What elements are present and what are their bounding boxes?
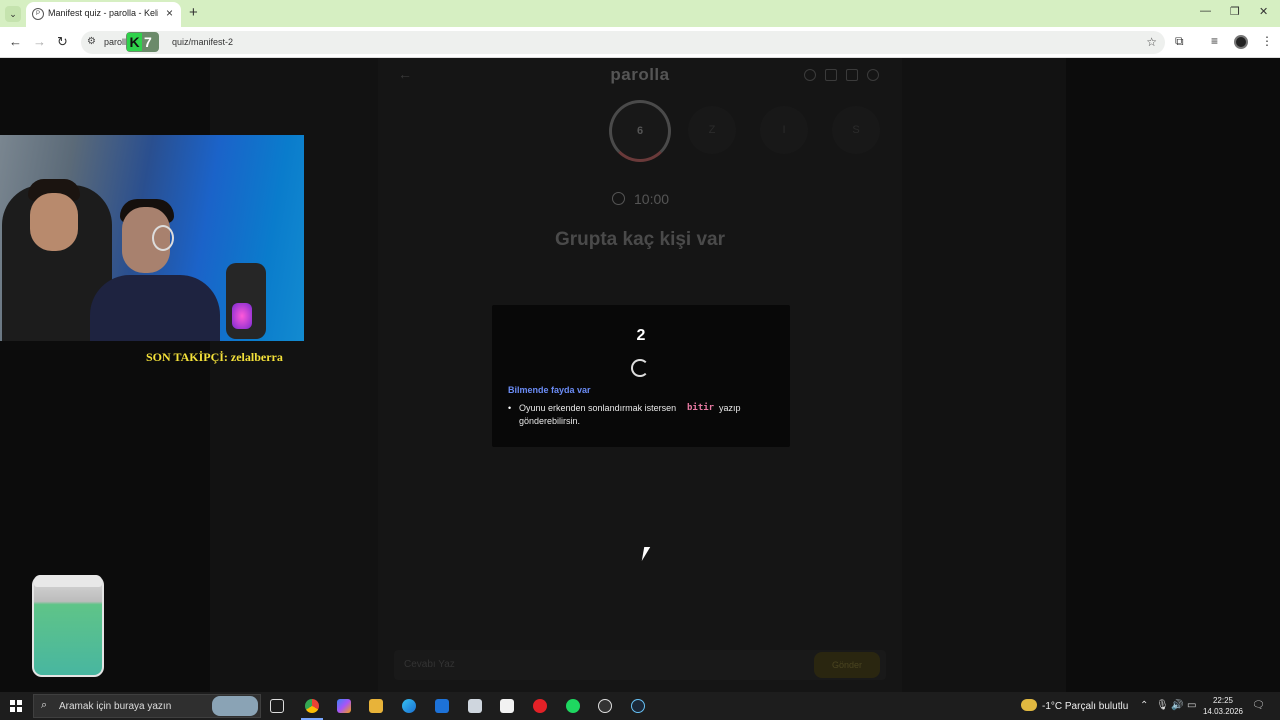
extensions-icon[interactable]: ⧉ [1175,34,1184,49]
bullet-icon: • [508,403,512,413]
task-view-icon[interactable] [270,699,284,713]
browser-toolbar: ← → ↻ ⚙ paroll quiz/manifest-2 K 7 ☆ ⧉ ≡ … [0,27,1280,58]
loading-spinner-icon [631,359,649,377]
stats-icon[interactable] [825,69,837,81]
microphone-icon[interactable]: 🎙 [1156,700,1169,711]
windows-start-icon[interactable] [10,700,22,712]
store-icon[interactable] [500,699,514,713]
app-logo[interactable]: parolla [378,65,902,85]
bookmark-star-icon[interactable]: ☆ [1146,35,1157,49]
media-control-icon[interactable]: ≡ [1211,34,1218,48]
send-button[interactable]: Gönder [814,652,880,678]
tab-close-icon[interactable]: × [166,6,173,20]
address-bar[interactable]: ⚙ paroll quiz/manifest-2 K 7 ☆ [81,31,1165,54]
timer: 10:00 [634,191,670,207]
spotify-icon[interactable] [566,699,580,713]
taskbar-search[interactable]: ⌕ Aramak için buraya yazın [33,694,261,718]
menu-kebab-icon[interactable]: ⋮ [1261,34,1273,48]
user-icon[interactable] [867,69,879,81]
tip-text-after: yazıp [719,403,741,413]
goal-jar-lid [34,575,102,587]
taskbar-clock[interactable]: 22:25 14.03.2026 [1201,695,1245,717]
letter-circle: I [760,106,808,154]
new-tab-icon[interactable]: + [189,4,198,21]
chat-icon[interactable] [846,69,858,81]
clock-icon [612,192,625,205]
search-icon: ⌕ [41,699,48,711]
copilot-icon[interactable] [337,699,351,713]
url-text: paroll quiz/manifest-2 [104,37,233,47]
tab-search-icon[interactable]: ⌄ [5,6,21,22]
url-path: quiz/manifest-2 [172,37,234,47]
back-icon[interactable]: ← [9,34,22,49]
browser-tab-active[interactable]: P Manifest quiz - parolla - Kelime × [26,2,181,27]
current-letter-ring: 6 [609,100,671,162]
notepad-icon[interactable] [468,699,482,713]
microphone-light [232,303,252,329]
windows-taskbar: ⌕ Aramak için buraya yazın -1°C Parçalı … [0,692,1280,720]
letter-circle: Z [688,106,736,154]
countdown-modal: 2 Bilmende fayda var • Oyunu erkenden so… [492,305,790,447]
search-highlight-image [212,696,258,716]
network-icon[interactable]: ▭ [1187,700,1196,711]
reload-icon[interactable]: ↻ [57,34,68,50]
head-left [30,193,78,251]
weather-text[interactable]: -1°C Parçalı bulutlu [1042,701,1128,712]
clock-date: 14.03.2026 [1202,707,1244,716]
letter-circle: S [832,106,880,154]
forward-icon[interactable]: → [33,34,46,49]
k7-stream-logo: K 7 [126,32,159,52]
streamer-right [90,275,220,341]
webcam-overlay [0,135,304,341]
tip-text: Oyunu erkenden sonlandırmak istersen [519,403,677,413]
countdown-number: 2 [636,327,646,344]
outlook-icon[interactable] [435,699,449,713]
info-icon[interactable] [804,69,816,81]
steam-icon[interactable] [631,699,645,713]
search-placeholder: Aramak için buraya yazın [59,701,172,712]
notifications-icon[interactable]: 🗨 [1252,700,1265,711]
goal-jar [32,575,104,677]
k7-logo-letter: K [127,33,142,51]
recorder-icon[interactable] [533,699,547,713]
volume-icon[interactable]: 🔊 [1171,700,1183,711]
obs-icon[interactable] [598,699,612,713]
last-follower-label: SON TAKİPÇİ: zelalberra [146,350,283,364]
minimize-icon[interactable]: — [1200,5,1211,17]
question-text: Grupta kaç kişi var [554,229,726,250]
restore-icon[interactable]: ❐ [1230,5,1240,18]
tray-chevron-icon[interactable]: ⌃ [1140,700,1148,711]
weather-icon[interactable] [1021,699,1037,711]
edge-icon[interactable] [402,699,416,713]
tip-code: bitir [687,403,715,413]
parolla-favicon-icon: P [32,8,44,20]
url-prefix: paroll [104,37,127,47]
close-window-icon[interactable]: ✕ [1259,5,1268,18]
answer-input[interactable]: Cevabı Yaz [404,659,455,670]
site-settings-icon[interactable]: ⚙ [87,36,96,47]
answer-bar: Cevabı Yaz Gönder [394,650,886,680]
browser-tab-bar: ⌄ P Manifest quiz - parolla - Kelime × +… [0,0,1280,27]
tip-title: Bilmende fayda var [508,385,591,395]
k7-logo-number: 7 [144,34,152,50]
file-explorer-icon[interactable] [369,699,383,713]
headset-icon [152,225,174,251]
tip-text-line2: gönderebilirsin. [519,416,581,426]
chrome-icon[interactable] [305,699,319,713]
clock-time: 22:25 [1212,696,1234,705]
profile-avatar[interactable] [1234,35,1248,49]
tab-title: Manifest quiz - parolla - Kelime [48,8,158,18]
